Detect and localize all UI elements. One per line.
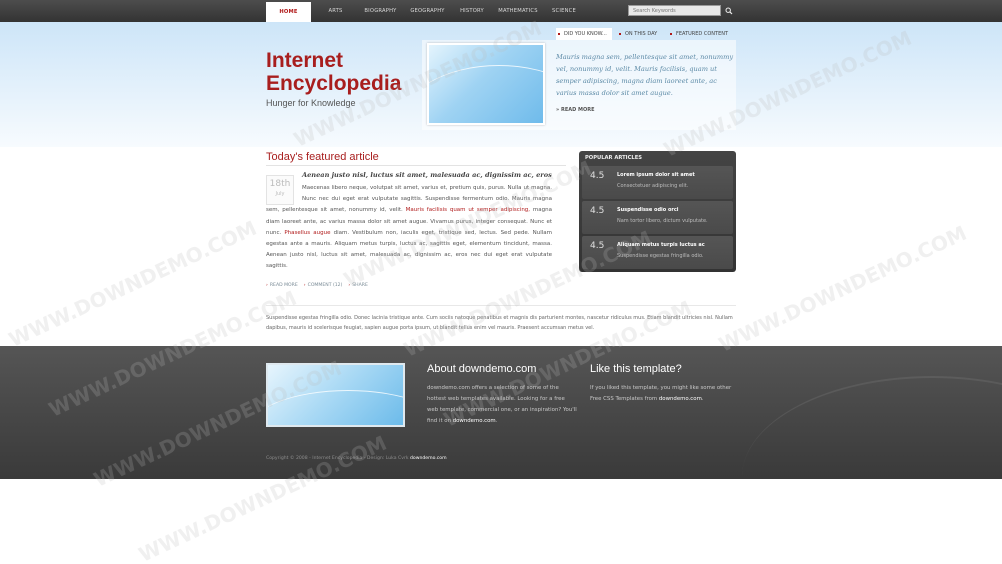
footer-image	[266, 363, 405, 427]
article-rating: 4.5	[590, 241, 605, 251]
search-icon	[725, 7, 733, 14]
copyright-link[interactable]: downdemo.com	[410, 456, 447, 461]
popular-article-item[interactable]: 4.5 Aliquam metus turpis luctus ac Suspe…	[582, 236, 733, 269]
article-title: Aliquam metus turpis luctus ac	[617, 242, 705, 248]
downdemo-link[interactable]: downdemo.com	[659, 396, 702, 402]
link-label: SHARE	[352, 283, 368, 288]
tab-featured-content[interactable]: FEATURED CONTENT	[668, 28, 736, 40]
divider	[266, 165, 566, 166]
article-desc: Suspendisse egestas fringilla odio.	[617, 253, 704, 259]
bullet-icon	[619, 33, 621, 35]
bullet-icon	[558, 33, 560, 35]
nav-biography[interactable]: BIOGRAPHY	[358, 0, 403, 22]
article-body: Maecenas libero neque, volutpat sit amet…	[266, 183, 552, 273]
about-body-end: .	[495, 418, 498, 424]
tab-label: DID YOU KNOW...	[564, 31, 607, 37]
arrow-icon: ›	[348, 283, 351, 288]
nav-science[interactable]: SCIENCE	[546, 0, 582, 22]
article-link[interactable]: Phasellus augue	[284, 230, 330, 236]
article-desc: Nam tortor libero, dictum vulputate.	[617, 218, 708, 224]
read-more-label: READ MORE	[560, 107, 595, 113]
tab-label: ON THIS DAY	[625, 31, 658, 37]
popular-article-item[interactable]: 4.5 Suspendisse odio orci Nam tortor lib…	[582, 201, 733, 234]
nav-mathematics[interactable]: MATHEMATICS	[494, 0, 542, 22]
nav-arts[interactable]: ARTS	[318, 0, 353, 22]
article-title: Lorem ipsum dolor sit amet	[617, 172, 695, 178]
featured-article-heading: Today's featured article	[266, 151, 379, 163]
featured-read-more-link[interactable]: » READ MORE	[556, 107, 595, 113]
popular-articles-title: POPULAR ARTICLES	[585, 155, 642, 161]
article-rating: 4.5	[590, 171, 605, 181]
search-button[interactable]	[723, 4, 735, 17]
about-text: downdemo.com offers a selection of some …	[427, 383, 577, 427]
bottom-paragraph: Suspendisse egestas fringilla odio. Done…	[266, 315, 733, 331]
copyright-text: Copyright © 2008 - Internet Encyclopedia…	[266, 456, 410, 461]
link-label: READ MORE	[269, 283, 298, 288]
watermark: WWW.DOWNDEMO.COM	[5, 215, 261, 352]
featured-text: Mauris magna sem, pellentesque sit amet,…	[556, 53, 734, 97]
downdemo-link[interactable]: downdemo.com	[453, 418, 496, 424]
divider	[266, 305, 736, 306]
popular-article-item[interactable]: 4.5 Lorem ipsum dolor sit amet Consectet…	[582, 166, 733, 199]
like-text: If you liked this template, you might li…	[590, 383, 740, 405]
article-desc: Consectetuer adipiscing elit.	[617, 183, 689, 189]
article-lead: Aenean justo nisl, luctus sit amet, male…	[302, 171, 552, 179]
arrow-icon: ›	[303, 283, 306, 288]
tab-on-this-day[interactable]: ON THIS DAY	[617, 28, 667, 40]
link-label: COMMENT (12)	[307, 283, 343, 288]
read-more-link[interactable]: › READ MORE	[266, 283, 298, 288]
search-input[interactable]: Search Keywords	[628, 5, 721, 16]
article-rating: 4.5	[590, 206, 605, 216]
like-body-end: .	[701, 396, 704, 402]
article-actions: › READ MORE › COMMENT (12) › SHARE	[266, 283, 368, 288]
like-heading: Like this template?	[590, 363, 682, 375]
nav-home[interactable]: HOME	[266, 2, 311, 26]
about-body: downdemo.com offers a selection of some …	[427, 385, 577, 424]
watermark: WWW.DOWNDEMO.COM	[715, 220, 971, 357]
share-link[interactable]: › SHARE	[348, 283, 367, 288]
arrow-icon: ›	[266, 283, 268, 288]
tab-did-you-know[interactable]: DID YOU KNOW...	[556, 28, 612, 40]
article-link[interactable]: Mauris facilisis quam ut semper adipisci…	[406, 207, 530, 213]
nav-history[interactable]: HISTORY	[452, 0, 492, 22]
site-title[interactable]: Internet Encyclopedia	[266, 49, 416, 95]
copyright: Copyright © 2008 - Internet Encyclopedia…	[266, 456, 447, 461]
tab-label: FEATURED CONTENT	[676, 31, 729, 37]
bullet-icon	[670, 33, 672, 35]
article-title: Suspendisse odio orci	[617, 207, 679, 213]
about-heading: About downdemo.com	[427, 363, 537, 375]
nav-geography[interactable]: GEOGRAPHY	[405, 0, 450, 22]
site-tagline: Hunger for Knowledge	[266, 98, 356, 108]
comment-link[interactable]: › COMMENT (12)	[304, 283, 343, 288]
featured-image	[427, 43, 545, 125]
